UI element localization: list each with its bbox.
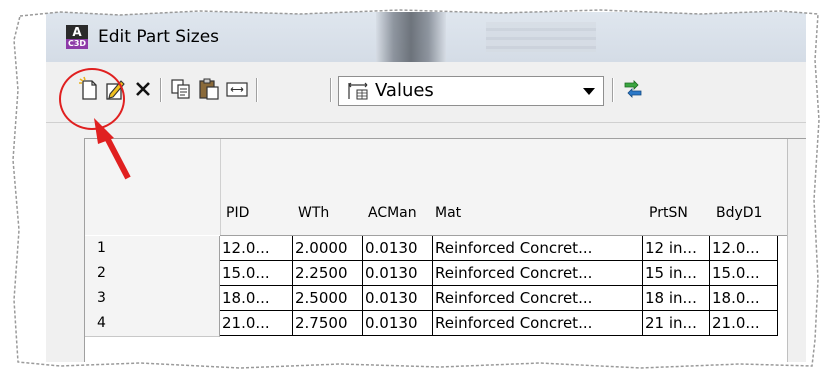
cell-wth[interactable]: 2.0000 bbox=[293, 236, 363, 261]
view-dropdown-value: Values bbox=[375, 80, 434, 101]
title-bar: A C3D Edit Part Sizes bbox=[46, 12, 806, 62]
cell-acman[interactable]: 0.0130 bbox=[363, 236, 433, 261]
grid-corner bbox=[85, 139, 221, 235]
cell-bdyd1[interactable]: 21.0... bbox=[710, 311, 778, 336]
row-header[interactable]: 3 bbox=[85, 286, 220, 312]
row-header[interactable]: 2 bbox=[85, 261, 220, 287]
row-header[interactable]: 4 bbox=[85, 311, 220, 337]
column-header-pid[interactable]: PID bbox=[226, 205, 249, 221]
column-header-acman[interactable]: ACMan bbox=[368, 205, 417, 221]
cell-prtsn[interactable]: 12 in... bbox=[643, 236, 710, 261]
toolbar: Values bbox=[46, 62, 806, 123]
cell-acman[interactable]: 0.0130 bbox=[363, 261, 433, 286]
cell-wth[interactable]: 2.7500 bbox=[293, 311, 363, 336]
annotation-circle bbox=[59, 68, 125, 130]
toolbar-separator bbox=[256, 78, 258, 102]
copy-icon[interactable] bbox=[168, 76, 194, 102]
cell-pid[interactable]: 18.0... bbox=[220, 286, 293, 311]
toolbar-separator bbox=[612, 78, 614, 102]
cell-mat[interactable]: Reinforced Concret... bbox=[433, 261, 643, 286]
background-blur bbox=[376, 12, 446, 62]
resize-columns-icon[interactable] bbox=[224, 76, 250, 102]
chevron-down-icon bbox=[583, 88, 595, 95]
cell-bdyd1[interactable]: 18.0... bbox=[710, 286, 778, 311]
part-sizes-grid: PID WTh ACMan Mat PrtSN BdyD1 1 12.0... … bbox=[84, 138, 806, 362]
cell-bdyd1[interactable]: 12.0... bbox=[710, 236, 778, 261]
window-title: Edit Part Sizes bbox=[98, 27, 220, 47]
delete-icon[interactable] bbox=[130, 76, 156, 102]
cell-acman[interactable]: 0.0130 bbox=[363, 286, 433, 311]
cell-prtsn[interactable]: 18 in... bbox=[643, 286, 710, 311]
cell-wth[interactable]: 2.2500 bbox=[293, 261, 363, 286]
column-header-wth[interactable]: WTh bbox=[298, 205, 329, 221]
civil3d-app-icon: A C3D bbox=[66, 25, 88, 49]
toolbar-separator bbox=[160, 78, 162, 102]
cell-mat[interactable]: Reinforced Concret... bbox=[433, 286, 643, 311]
edit-part-sizes-window: A C3D Edit Part Sizes Values PID WTh ACM… bbox=[46, 12, 806, 362]
toolbar-separator bbox=[330, 78, 332, 102]
cell-mat[interactable]: Reinforced Concret... bbox=[433, 236, 643, 261]
column-header-prtsn[interactable]: PrtSN bbox=[649, 205, 688, 221]
cell-mat[interactable]: Reinforced Concret... bbox=[433, 311, 643, 336]
column-header-mat[interactable]: Mat bbox=[435, 205, 461, 221]
cell-wth[interactable]: 2.5000 bbox=[293, 286, 363, 311]
row-header[interactable]: 1 bbox=[85, 236, 220, 262]
cell-pid[interactable]: 21.0... bbox=[220, 311, 293, 336]
column-header-bdyd1[interactable]: BdyD1 bbox=[716, 205, 762, 221]
refresh-icon[interactable] bbox=[620, 76, 646, 102]
cell-prtsn[interactable]: 15 in... bbox=[643, 261, 710, 286]
cell-pid[interactable]: 15.0... bbox=[220, 261, 293, 286]
view-dropdown[interactable]: Values bbox=[338, 76, 604, 106]
table-icon bbox=[347, 81, 369, 101]
cell-acman[interactable]: 0.0130 bbox=[363, 311, 433, 336]
paste-icon[interactable] bbox=[196, 76, 222, 102]
grid-right-gutter bbox=[787, 139, 806, 362]
cell-pid[interactable]: 12.0... bbox=[220, 236, 293, 261]
cell-bdyd1[interactable]: 15.0... bbox=[710, 261, 778, 286]
cell-prtsn[interactable]: 21 in... bbox=[643, 311, 710, 336]
background-blur bbox=[486, 22, 596, 52]
